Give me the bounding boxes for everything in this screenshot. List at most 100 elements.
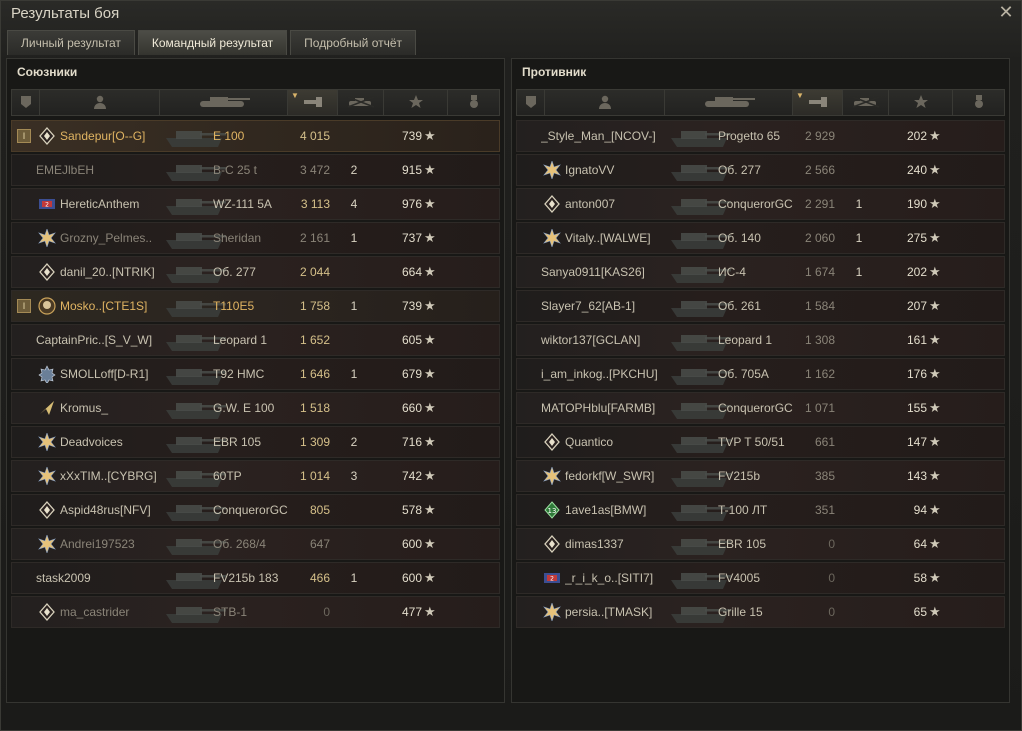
tank-name: Об. 277 <box>718 163 761 177</box>
star-icon: ★ <box>929 196 941 211</box>
frags-value: 2 <box>350 163 358 177</box>
ally-row[interactable]: SMOLLoff[D-R1] T92 HMC 1 646 1 679 ★ <box>11 358 500 390</box>
xp-value: 147 <box>906 435 927 449</box>
clan-badge-icon <box>543 195 561 213</box>
ally-row[interactable]: EMEJlbEH B-C 25 t 3 472 2 915 ★ <box>11 154 500 186</box>
clan-badge-icon <box>38 432 56 452</box>
tank-name: Leopard 1 <box>718 333 773 347</box>
ally-row[interactable]: Grozny_Pelmes.. Sheridan 2 161 1 737 ★ <box>11 222 500 254</box>
enemy-row[interactable]: dimas1337 EBR 105 0 64 ★ <box>516 528 1005 560</box>
star-icon <box>384 90 447 115</box>
star-icon: ★ <box>929 570 941 585</box>
column-header-player[interactable] <box>545 90 665 115</box>
xp-value: 143 <box>906 469 927 483</box>
xp-value: 664 <box>401 265 422 279</box>
column-header-damage[interactable]: ▼ <box>288 90 338 115</box>
enemy-row[interactable]: Vitaly..[WALWE] Об. 140 2 060 1 275 ★ <box>516 222 1005 254</box>
platoon-icon: I <box>17 299 31 313</box>
enemy-row[interactable]: Quantico TVP T 50/51 661 147 ★ <box>516 426 1005 458</box>
ally-row[interactable]: I Sandepur[O--G] E 100 4 015 739 ★ <box>11 120 500 152</box>
player-name: i_am_inkog..[PKCHU] <box>541 367 658 381</box>
medal-icon <box>448 90 499 115</box>
xp-value: 742 <box>401 469 422 483</box>
xp-value: 207 <box>906 299 927 313</box>
column-header-tank[interactable] <box>160 90 288 115</box>
ally-row[interactable]: ma_castrider STB-1 0 477 ★ <box>11 596 500 628</box>
close-icon[interactable]: ✕ <box>997 3 1015 21</box>
svg-text:2: 2 <box>45 202 49 209</box>
column-header-damage[interactable]: ▼ <box>793 90 843 115</box>
xp-value: 739 <box>401 299 422 313</box>
enemy-row[interactable]: IgnatoVV Об. 277 2 566 240 ★ <box>516 154 1005 186</box>
column-header-player[interactable] <box>40 90 160 115</box>
enemy-row[interactable]: 2 _r_i_k_o..[SITI7] FV4005 0 58 ★ <box>516 562 1005 594</box>
column-header-squad[interactable] <box>517 90 545 115</box>
ally-row[interactable]: CaptainPric..[S_V_W] Leopard 1 1 652 605 ★ <box>11 324 500 356</box>
star-icon: ★ <box>424 502 436 517</box>
enemy-row[interactable]: anton007 ConquerorGC 2 291 1 190 ★ <box>516 188 1005 220</box>
clan-badge-icon <box>38 603 56 621</box>
ally-row[interactable]: Aspid48rus[NFV] ConquerorGC 805 578 ★ <box>11 494 500 526</box>
xp-value: 477 <box>401 605 422 619</box>
damage-value: 661 <box>814 435 835 449</box>
enemy-row[interactable]: MATOPHblu[FARMB] ConquerorGC 1 071 155 ★ <box>516 392 1005 424</box>
enemy-row[interactable]: wiktor137[GCLAN] Leopard 1 1 308 161 ★ <box>516 324 1005 356</box>
damage-value: 1 674 <box>804 265 835 279</box>
tab-detailed-report[interactable]: Подробный отчёт <box>290 30 417 55</box>
ally-row[interactable]: stask2009 FV215b 183 466 1 600 ★ <box>11 562 500 594</box>
enemy-row[interactable]: _Style_Man_[NCOV-] Progetto 65 2 929 202 ★ <box>516 120 1005 152</box>
enemy-row[interactable]: i_am_inkog..[PKCHU] Об. 705А 1 162 176 ★ <box>516 358 1005 390</box>
enemy-row[interactable]: Slayer7_62[AB-1] Об. 261 1 584 207 ★ <box>516 290 1005 322</box>
ally-row[interactable]: xXxTIM..[CYBRG] 60TP 1 014 3 742 ★ <box>11 460 500 492</box>
svg-text:2: 2 <box>550 576 554 583</box>
ally-row[interactable]: Kromus_ G.W. E 100 1 518 660 ★ <box>11 392 500 424</box>
xp-value: 161 <box>906 333 927 347</box>
ally-row[interactable]: 2 HereticAnthem WZ-111 5A 3 113 4 976 ★ <box>11 188 500 220</box>
tab-team-result[interactable]: Командный результат <box>137 30 288 55</box>
frags-value <box>847 427 871 457</box>
column-header-frags[interactable] <box>843 90 889 115</box>
column-header-squad[interactable] <box>12 90 40 115</box>
clan-badge-icon <box>38 228 56 248</box>
tab-personal-result[interactable]: Личный результат <box>7 30 135 55</box>
damage-value: 2 929 <box>804 129 835 143</box>
player-icon <box>545 90 664 115</box>
enemy-row[interactable]: 13 1ave1as[BMW] T-100 ЛТ 351 94 ★ <box>516 494 1005 526</box>
damage-value: 647 <box>309 537 330 551</box>
squad-icon <box>12 90 39 115</box>
ally-row[interactable]: Andrei197523 Об. 268/4 647 600 ★ <box>11 528 500 560</box>
frags-value: 4 <box>350 197 358 211</box>
clan-badge-icon <box>38 466 56 486</box>
clan-badge-icon <box>38 399 56 417</box>
clan-badge-icon <box>543 433 561 451</box>
column-header-xp[interactable] <box>384 90 448 115</box>
column-header-tank[interactable] <box>665 90 793 115</box>
column-header-medal[interactable] <box>448 90 500 115</box>
column-header-medal[interactable] <box>953 90 1005 115</box>
enemy-row[interactable]: persia..[TMASK] Grille 15 0 65 ★ <box>516 596 1005 628</box>
ally-row[interactable]: danil_20..[NTRIK] Об. 277 2 044 664 ★ <box>11 256 500 288</box>
enemy-row[interactable]: fedorkf[W_SWR] FV215b 385 143 ★ <box>516 460 1005 492</box>
xp-value: 58 <box>913 571 927 585</box>
column-header-xp[interactable] <box>889 90 953 115</box>
enemy-row[interactable]: Sanya0911[KAS26] ИС-4 1 674 1 202 ★ <box>516 256 1005 288</box>
svg-text:13: 13 <box>548 507 557 515</box>
star-icon: ★ <box>424 196 436 211</box>
frags-icon <box>338 90 383 115</box>
frags-value <box>847 393 871 423</box>
damage-value: 1 014 <box>299 469 330 483</box>
damage-value: 466 <box>309 571 330 585</box>
star-icon: ★ <box>424 366 436 381</box>
frags-value <box>342 325 366 355</box>
star-icon: ★ <box>424 298 436 313</box>
star-icon: ★ <box>929 434 941 449</box>
damage-value: 2 291 <box>804 197 835 211</box>
frags-value: 3 <box>350 469 358 483</box>
player-name: stask2009 <box>36 571 91 585</box>
ally-row[interactable]: Deadvoices EBR 105 1 309 2 716 ★ <box>11 426 500 458</box>
xp-value: 660 <box>401 401 422 415</box>
column-header-frags[interactable] <box>338 90 384 115</box>
tank-name: T110E5 <box>213 299 255 313</box>
frags-value <box>847 563 871 593</box>
ally-row[interactable]: I Mosko..[CTE1S] T110E5 1 758 1 739 ★ <box>11 290 500 322</box>
